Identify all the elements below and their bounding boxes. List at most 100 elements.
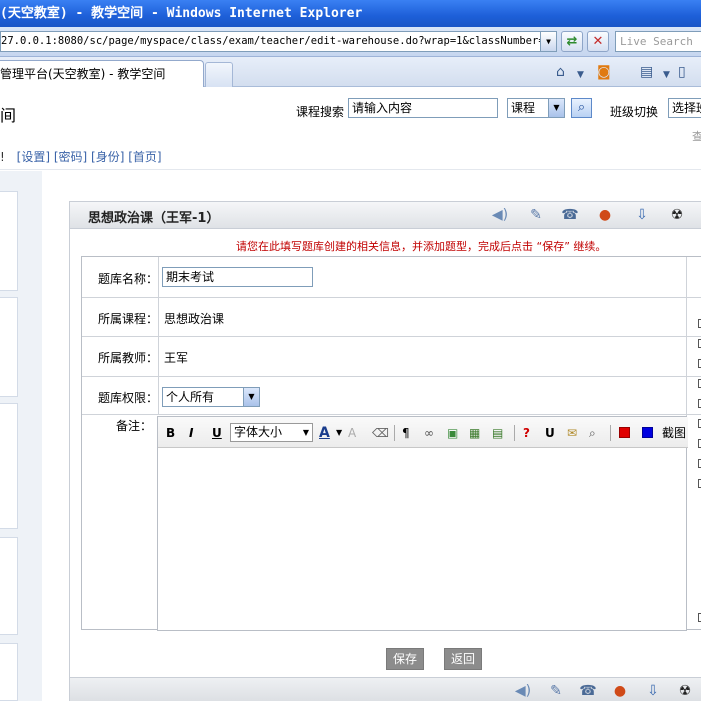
remarks-editor: B I U 字体大小 ▼ A ▼ A ⌫ ¶ ∞ ▣ ▦ ▤ ? U ✉ ⌕ 截… [157, 416, 688, 631]
address-bar-row: 27.0.0.1:8080/sc/page/myspace/class/exam… [0, 27, 701, 57]
toolbar-separator [394, 425, 395, 441]
tab-row: 管理平台(天空教室) - 教学空间 ⌂ ▼ ◙ ▤ ▼ ▯ [0, 57, 701, 87]
warehouse-name-value: 期末考试 [166, 270, 215, 284]
alert-icon[interactable]: ● [595, 206, 615, 224]
bold-button[interactable]: B [166, 425, 175, 441]
chevron-down-icon: ▼ [302, 428, 309, 437]
left-sidebar [0, 171, 42, 701]
row-divider [158, 337, 159, 376]
font-color-button[interactable]: A [319, 425, 330, 441]
radiation-icon[interactable]: ☢ [675, 682, 695, 700]
link-icon[interactable]: ∞ [424, 425, 434, 441]
find-icon[interactable]: ⌕ [589, 425, 596, 441]
mailbox-icon[interactable]: ☎ [578, 682, 598, 700]
home-dropdown-icon[interactable]: ▼ [577, 67, 584, 83]
sidebar-card [0, 297, 18, 397]
screenshot-button[interactable]: 截图 [662, 425, 686, 441]
stop-icon[interactable]: ✕ [587, 31, 609, 52]
course-search-placeholder: 请输入内容 [352, 101, 413, 115]
search-button[interactable]: ⌕ [571, 98, 592, 118]
ie-window: (天空教室) - 教学空间 - Windows Internet Explore… [0, 0, 701, 701]
speaker-icon[interactable]: ◀) [513, 682, 533, 700]
toolbar-separator [610, 425, 611, 441]
link-settings[interactable]: [设置] [17, 150, 50, 164]
eraser-icon[interactable]: ⌫ [372, 425, 389, 441]
editor-content-area[interactable] [158, 448, 686, 630]
speaker-icon[interactable]: ◀) [490, 206, 510, 224]
download-icon[interactable]: ⇩ [643, 682, 663, 700]
course-value: 思想政治课 [164, 312, 225, 326]
live-search-placeholder: Live Search [620, 35, 693, 48]
font-size-select[interactable]: 字体大小 ▼ [230, 423, 313, 442]
site-header: 间 课程搜索 请输入内容 课程 ▼ ⌕ 班级切换 选择班 查 ! [设置] [密… [0, 88, 701, 170]
permission-select[interactable]: 个人所有 ▼ [162, 387, 260, 407]
save-button[interactable]: 保存 [386, 648, 424, 670]
italic-button[interactable]: I [189, 425, 193, 441]
search-type-select[interactable]: 课程 ▼ [507, 98, 565, 118]
search-icon: ⌕ [577, 100, 586, 115]
print-icon[interactable]: ▤ [640, 64, 653, 80]
chevron-down-icon[interactable]: ▼ [336, 425, 342, 441]
address-input[interactable]: 27.0.0.1:8080/sc/page/myspace/class/exam… [0, 31, 557, 52]
page-menu-icon[interactable]: ▯ [678, 64, 686, 80]
address-dropdown-icon[interactable]: ▼ [540, 32, 556, 51]
greeting-fragment: ! [0, 150, 5, 164]
site-brand: 间 [0, 106, 17, 125]
picture-icon[interactable]: ▦ [469, 425, 480, 441]
editor-toolbar: B I U 字体大小 ▼ A ▼ A ⌫ ¶ ∞ ▣ ▦ ▤ ? U ✉ ⌕ 截… [158, 417, 688, 448]
class-switch-label: 班级切换 [610, 105, 659, 119]
tab-title: 管理平台(天空教室) - 教学空间 [0, 67, 166, 81]
underline-button[interactable]: U [212, 425, 222, 441]
pen-icon[interactable]: ✎ [546, 682, 566, 700]
paragraph-icon[interactable]: ¶ [402, 425, 410, 441]
remarks-label: 备注： [115, 419, 152, 433]
course-search-label: 课程搜索 [296, 105, 345, 119]
row-divider [158, 377, 159, 414]
print-dropdown-icon[interactable]: ▼ [663, 67, 670, 83]
course-label: 所属课程： [97, 312, 158, 326]
strikethrough-icon[interactable]: U [545, 425, 555, 441]
live-search-input[interactable]: Live Search [615, 31, 701, 52]
back-button[interactable]: 返回 [444, 648, 482, 670]
film-icon[interactable]: ▤ [492, 425, 503, 441]
warehouse-name-input[interactable]: 期末考试 [162, 267, 313, 287]
warehouse-form: 题库名称： 期末考试 所属课程： 思想政治课 所属教师： 王军 题库权限： 个人… [81, 256, 701, 631]
new-tab-button[interactable] [205, 62, 233, 87]
blue-color-icon[interactable] [642, 427, 653, 438]
red-color-icon[interactable] [619, 427, 630, 438]
form-row-course: 所属课程： 思想政治课 [82, 298, 701, 337]
chevron-down-icon: ▼ [548, 99, 564, 117]
window-title: (天空教室) - 教学空间 - Windows Internet Explore… [0, 6, 363, 21]
panel-header: 思想政治课（王军-1） ◀) ✎ ☎ ● ⇩ ☢ [70, 202, 701, 229]
panel-title: 思想政治课（王军-1） [88, 211, 220, 226]
download-icon[interactable]: ⇩ [632, 206, 652, 224]
panel-footer: ◀) ✎ ☎ ● ⇩ ☢ [70, 677, 701, 701]
font-size-placeholder: 字体大小 [234, 425, 283, 439]
address-url: 27.0.0.1:8080/sc/page/myspace/class/exam… [1, 35, 557, 47]
form-row-permission: 题库权限： 个人所有 ▼ [82, 377, 701, 415]
name-label: 题库名称： [97, 272, 158, 286]
view-link[interactable]: 查 [692, 128, 701, 144]
chevron-down-icon: ▼ [243, 388, 259, 406]
mailbox-icon[interactable]: ☎ [560, 206, 580, 224]
comment-icon[interactable]: ✉ [567, 425, 577, 441]
link-home[interactable]: [首页] [128, 150, 161, 164]
image-insert-icon[interactable]: ▣ [447, 425, 458, 441]
pen-icon[interactable]: ✎ [526, 206, 546, 224]
help-icon[interactable]: ? [523, 425, 530, 441]
alert-icon[interactable]: ● [610, 682, 630, 700]
highlight-icon[interactable]: A [348, 425, 356, 441]
form-row-name: 题库名称： 期末考试 [82, 257, 701, 298]
tab-active[interactable]: 管理平台(天空教室) - 教学空间 [0, 60, 204, 87]
link-password[interactable]: [密码] [54, 150, 87, 164]
radiation-icon[interactable]: ☢ [667, 206, 687, 224]
feeds-icon[interactable]: ◙ [597, 64, 611, 80]
link-identity[interactable]: [身份] [91, 150, 124, 164]
sidebar-card [0, 537, 18, 635]
class-select[interactable]: 选择班 [668, 98, 701, 118]
course-search-input[interactable]: 请输入内容 [348, 98, 498, 118]
teacher-label: 所属教师： [97, 351, 158, 365]
home-icon[interactable]: ⌂ [556, 64, 565, 80]
row-divider [158, 257, 159, 297]
refresh-icon[interactable]: ⇄ [561, 31, 583, 52]
